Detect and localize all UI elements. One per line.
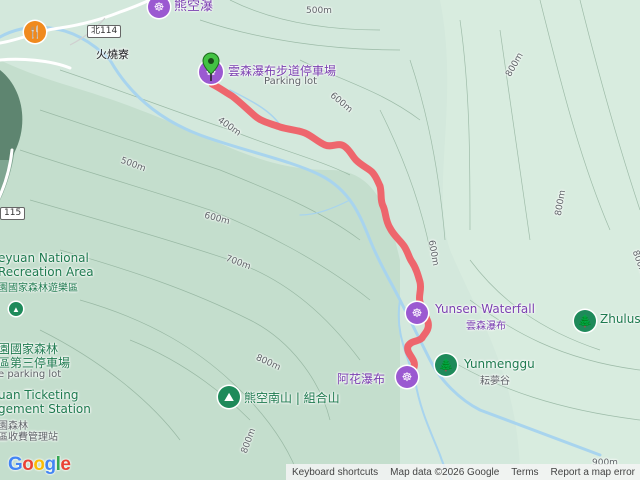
google-logo: Google	[8, 454, 71, 475]
area-label: e parking lot	[0, 369, 62, 380]
map-footer: Keyboard shortcuts Map data ©2026 Google…	[286, 464, 640, 480]
area-label: gement Station	[0, 402, 91, 416]
park-pin-icon[interactable]: ▲	[9, 302, 23, 316]
road-shield: 北114	[87, 25, 122, 38]
keyboard-shortcuts-link[interactable]: Keyboard shortcuts	[292, 467, 378, 478]
waterfall-zh-label[interactable]: 雲森瀑布	[466, 317, 506, 332]
yunmenggu-zh-label: 耘夢谷	[480, 376, 510, 387]
waterfall-name-label[interactable]: Yunsen Waterfall	[435, 302, 535, 316]
parking-sub-label: Parking lot	[264, 76, 318, 87]
trail-start-flag-icon	[202, 52, 220, 81]
area-label: Recreation Area	[0, 265, 94, 279]
area-label: uan Ticketing	[0, 388, 79, 402]
zhulu-label[interactable]: Zhulus	[600, 312, 640, 326]
mountain-pin-icon[interactable]: ⛰	[218, 386, 240, 408]
ahua-waterfall-label[interactable]: 阿花瀑布	[337, 370, 385, 387]
yunmenggu-label[interactable]: Yunmenggu	[464, 357, 535, 371]
park-pin-icon[interactable]: 🌲	[574, 310, 596, 332]
report-error-link[interactable]: Report a map error	[551, 467, 635, 478]
waterfall-pin-icon[interactable]: ☸	[396, 366, 418, 388]
restaurant-pin-icon[interactable]: 🍴	[24, 21, 46, 43]
top-poi-label[interactable]: 熊空瀑	[174, 0, 213, 14]
map-data-attribution: Map data ©2026 Google	[390, 466, 500, 478]
area-label: 園國家森林遊樂區	[0, 283, 78, 294]
mountain-label[interactable]: 熊空南山 | 組合山	[244, 389, 340, 406]
park-pin-icon[interactable]: 🌲	[435, 354, 457, 376]
contour-label: 500m	[306, 6, 332, 16]
map-canvas[interactable]: ☸ 🍴 ☸ ☸ ☸ 🌲 🌲 ⛰ ▲ 北114 115 火燒寮 熊空瀑 雲森瀑布步…	[0, 0, 640, 480]
village-label: 火燒寮	[96, 48, 129, 61]
terms-link[interactable]: Terms	[511, 467, 538, 478]
area-label: eyuan National	[0, 251, 89, 265]
road-shield: 115	[0, 207, 26, 220]
waterfall-pin-icon[interactable]: ☸	[406, 302, 428, 324]
area-label: 區收費管理站	[0, 432, 58, 443]
